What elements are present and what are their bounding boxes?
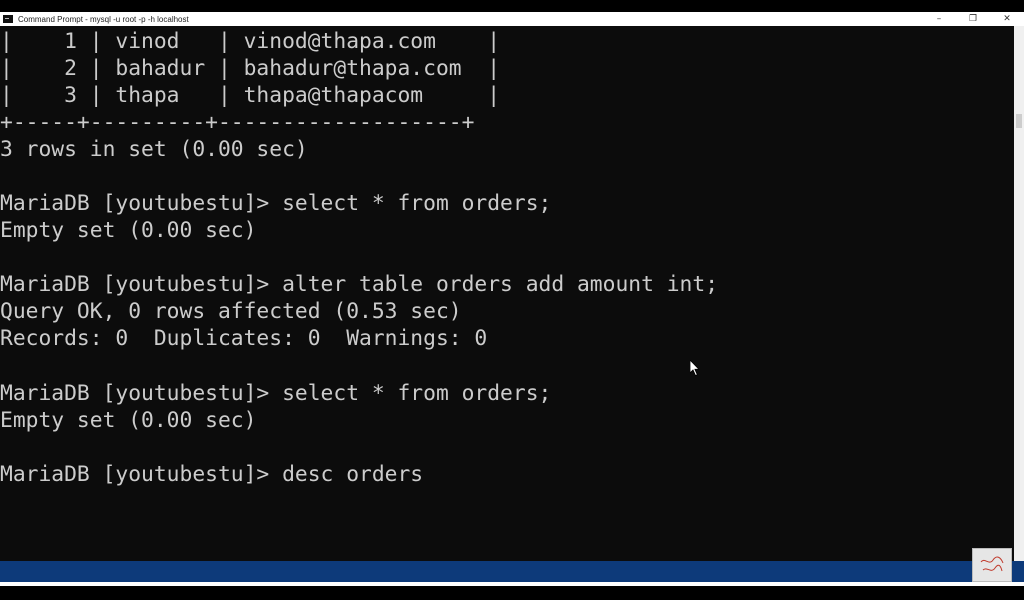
- console-line: | 3 | thapa | thapa@thapacom |: [0, 83, 501, 108]
- vertical-scrollbar[interactable]: [1014, 26, 1024, 561]
- close-button[interactable]: ✕: [990, 12, 1024, 26]
- console-line: | 2 | bahadur | bahadur@thapa.com |: [0, 56, 501, 81]
- console-line: | 1 | vinod | vinod@thapa.com |: [0, 29, 501, 54]
- console-line: +-----+---------+-------------------+: [0, 110, 475, 135]
- title-bar[interactable]: Command Prompt - mysql -u root -p -h loc…: [0, 12, 1024, 26]
- cmd-icon: [3, 15, 13, 23]
- restore-button[interactable]: ❐: [956, 12, 990, 26]
- minimize-button[interactable]: –: [922, 12, 956, 26]
- console-line: MariaDB [youtubestu]> select * from orde…: [0, 191, 552, 216]
- window-controls: – ❐ ✕: [922, 12, 1024, 26]
- console-line: MariaDB [youtubestu]> desc orders: [0, 462, 424, 487]
- taskbar: [0, 561, 1024, 582]
- console-line: Records: 0 Duplicates: 0 Warnings: 0: [0, 326, 488, 351]
- console-line: Empty set (0.00 sec): [0, 408, 257, 433]
- mouse-pointer-icon: [690, 360, 700, 376]
- logo-scribble-icon: [980, 556, 1004, 572]
- console-line: Query OK, 0 rows affected (0.53 sec): [0, 299, 462, 324]
- console-line: MariaDB [youtubestu]> alter table orders…: [0, 272, 719, 297]
- console-line: Empty set (0.00 sec): [0, 218, 257, 243]
- letterbox-bottom: [0, 586, 1024, 600]
- top-border: [0, 0, 1024, 12]
- channel-logo-icon: [972, 548, 1012, 582]
- scrollbar-thumb[interactable]: [1016, 114, 1022, 128]
- console-line: 3 rows in set (0.00 sec): [0, 137, 308, 162]
- window-title: Command Prompt - mysql -u root -p -h loc…: [18, 14, 189, 24]
- console-output[interactable]: | 1 | vinod | vinod@thapa.com | | 2 | ba…: [0, 26, 1014, 561]
- console-line: MariaDB [youtubestu]> select * from orde…: [0, 381, 552, 406]
